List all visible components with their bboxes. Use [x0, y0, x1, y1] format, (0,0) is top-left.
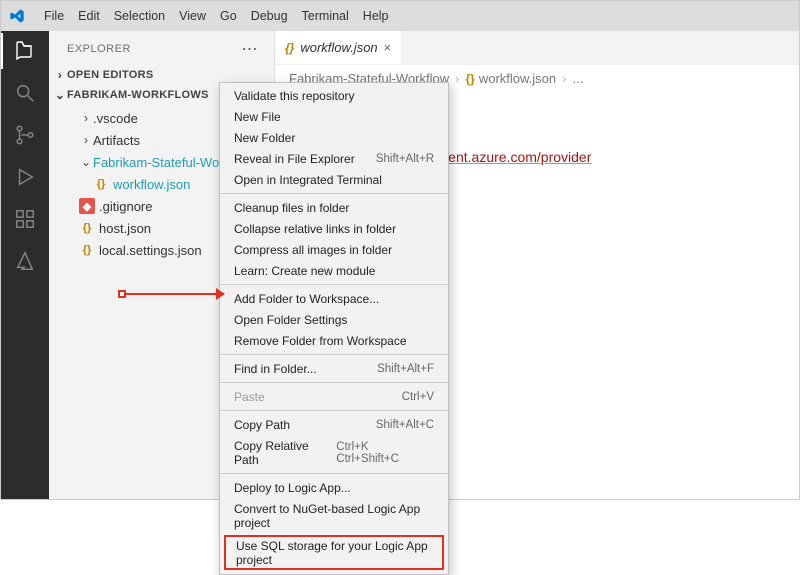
menu-item-label: Convert to NuGet-based Logic App project: [234, 502, 434, 530]
chevron-right-icon: ›: [562, 71, 566, 86]
context-menu-item: Paste Ctrl+V: [220, 386, 448, 407]
menu-item-label: Remove Folder from Workspace: [234, 334, 407, 348]
menu-debug[interactable]: Debug: [244, 7, 295, 25]
menu-item-label: Learn: Create new module: [234, 264, 375, 278]
menu-terminal[interactable]: Terminal: [295, 7, 356, 25]
menu-shortcut: Shift+Alt+R: [376, 153, 434, 165]
menu-help[interactable]: Help: [356, 7, 396, 25]
open-editors-label: OPEN EDITORS: [67, 69, 154, 81]
context-menu-item[interactable]: Validate this repository: [220, 85, 448, 106]
context-menu-item[interactable]: Compress all images in folder: [220, 239, 448, 260]
menu-item-label: Add Folder to Workspace...: [234, 292, 379, 306]
context-menu-item[interactable]: Copy Path Shift+Alt+C: [220, 414, 448, 435]
workspace-label: FABRIKAM-WORKFLOWS: [67, 89, 209, 101]
context-menu-item[interactable]: Open Folder Settings: [220, 309, 448, 330]
context-menu-item[interactable]: Collapse relative links in folder: [220, 218, 448, 239]
context-menu-item[interactable]: Cleanup files in folder: [220, 197, 448, 218]
menu-separator: [220, 410, 448, 411]
context-menu-item[interactable]: Convert to NuGet-based Logic App project: [220, 498, 448, 533]
menu-separator: [220, 193, 448, 194]
menu-item-label: Copy Path: [234, 418, 290, 432]
tab-label: workflow.json: [300, 40, 377, 55]
menu-shortcut: Shift+Alt+C: [376, 419, 434, 431]
context-menu-item[interactable]: Copy Relative PathCtrl+K Ctrl+Shift+C: [220, 435, 448, 470]
tree-label: Artifacts: [93, 133, 140, 148]
json-icon: {}: [93, 176, 109, 192]
menu-selection[interactable]: Selection: [107, 7, 172, 25]
menu-separator: [220, 473, 448, 474]
context-menu-item[interactable]: Learn: Create new module: [220, 260, 448, 281]
titlebar: FileEditSelectionViewGoDebugTerminalHelp: [1, 1, 799, 31]
breadcrumb-more[interactable]: ...: [572, 71, 583, 86]
menu-item-label: Find in Folder...: [234, 362, 317, 376]
tree-label: host.json: [99, 221, 151, 236]
json-icon: {}: [285, 41, 294, 55]
menu-item-label: Cleanup files in folder: [234, 201, 349, 215]
menu-item-label: Compress all images in folder: [234, 243, 392, 257]
more-actions-icon[interactable]: ⋯: [238, 39, 263, 59]
context-menu-item[interactable]: Use SQL storage for your Logic App proje…: [224, 535, 444, 570]
azure-icon[interactable]: [13, 249, 37, 273]
context-menu-item[interactable]: Open in Integrated Terminal: [220, 169, 448, 190]
menu-file[interactable]: File: [37, 7, 71, 25]
context-menu-item[interactable]: New File: [220, 106, 448, 127]
breadcrumb-file[interactable]: {}workflow.json: [465, 71, 556, 86]
tree-label: .gitignore: [99, 199, 152, 214]
menu-view[interactable]: View: [172, 7, 213, 25]
vscode-logo-icon: [9, 8, 25, 24]
tree-label: workflow.json: [113, 177, 190, 192]
menu-item-label: Open in Integrated Terminal: [234, 173, 382, 187]
context-menu-item[interactable]: Add Folder to Workspace...: [220, 288, 448, 309]
menu-separator: [220, 382, 448, 383]
menu-item-label: Validate this repository: [234, 89, 355, 103]
search-icon[interactable]: [13, 81, 37, 105]
run-debug-icon[interactable]: [13, 165, 37, 189]
menu-item-label: Paste: [234, 390, 265, 404]
git-icon: ◆: [79, 198, 95, 214]
menu-item-label: Use SQL storage for your Logic App proje…: [236, 539, 428, 567]
menu-edit[interactable]: Edit: [71, 7, 107, 25]
extensions-icon[interactable]: [13, 207, 37, 231]
json-icon: {}: [465, 72, 474, 86]
close-tab-icon[interactable]: ×: [384, 40, 392, 55]
menu-separator: [220, 284, 448, 285]
chevron-down-icon: ⌄: [53, 88, 67, 102]
source-control-icon[interactable]: [13, 123, 37, 147]
tree-label: Fabrikam-Stateful-Wo: [93, 155, 219, 170]
tree-label: local.settings.json: [99, 243, 202, 258]
menu-item-label: Reveal in File Explorer: [234, 152, 355, 166]
menu-separator: [220, 354, 448, 355]
menu-item-label: Collapse relative links in folder: [234, 222, 396, 236]
tree-label: .vscode: [93, 111, 138, 126]
context-menu-item[interactable]: Remove Folder from Workspace: [220, 330, 448, 351]
context-menu-item[interactable]: Reveal in File Explorer Shift+Alt+R: [220, 148, 448, 169]
context-menu-item[interactable]: New Folder: [220, 127, 448, 148]
context-menu-item[interactable]: Find in Folder... Shift+Alt+F: [220, 358, 448, 379]
menu-item-label: New File: [234, 110, 281, 124]
annotation-arrow: [118, 288, 225, 300]
menu-item-label: Copy Relative Path: [234, 439, 336, 467]
explorer-icon[interactable]: [13, 39, 37, 63]
menu-go[interactable]: Go: [213, 7, 244, 25]
menu-shortcut: Shift+Alt+F: [377, 363, 434, 375]
editor-tabs: {} workflow.json ×: [275, 31, 799, 65]
tab-workflow[interactable]: {} workflow.json ×: [275, 31, 402, 64]
chevron-right-icon: ›: [53, 68, 67, 82]
context-menu: Validate this repository New File New Fold…: [219, 82, 449, 575]
json-icon: {}: [79, 220, 95, 236]
explorer-title: EXPLORER: [67, 43, 131, 55]
menu-item-label: New Folder: [234, 131, 295, 145]
context-menu-item[interactable]: Deploy to Logic App...: [220, 477, 448, 498]
json-icon: {}: [79, 242, 95, 258]
chevron-right-icon: ›: [455, 71, 459, 86]
menu-shortcut: Ctrl+V: [402, 391, 434, 403]
activity-bar: [1, 31, 49, 499]
menu-shortcut: Ctrl+K Ctrl+Shift+C: [336, 441, 434, 465]
menu-item-label: Deploy to Logic App...: [234, 481, 351, 495]
menu-item-label: Open Folder Settings: [234, 313, 347, 327]
